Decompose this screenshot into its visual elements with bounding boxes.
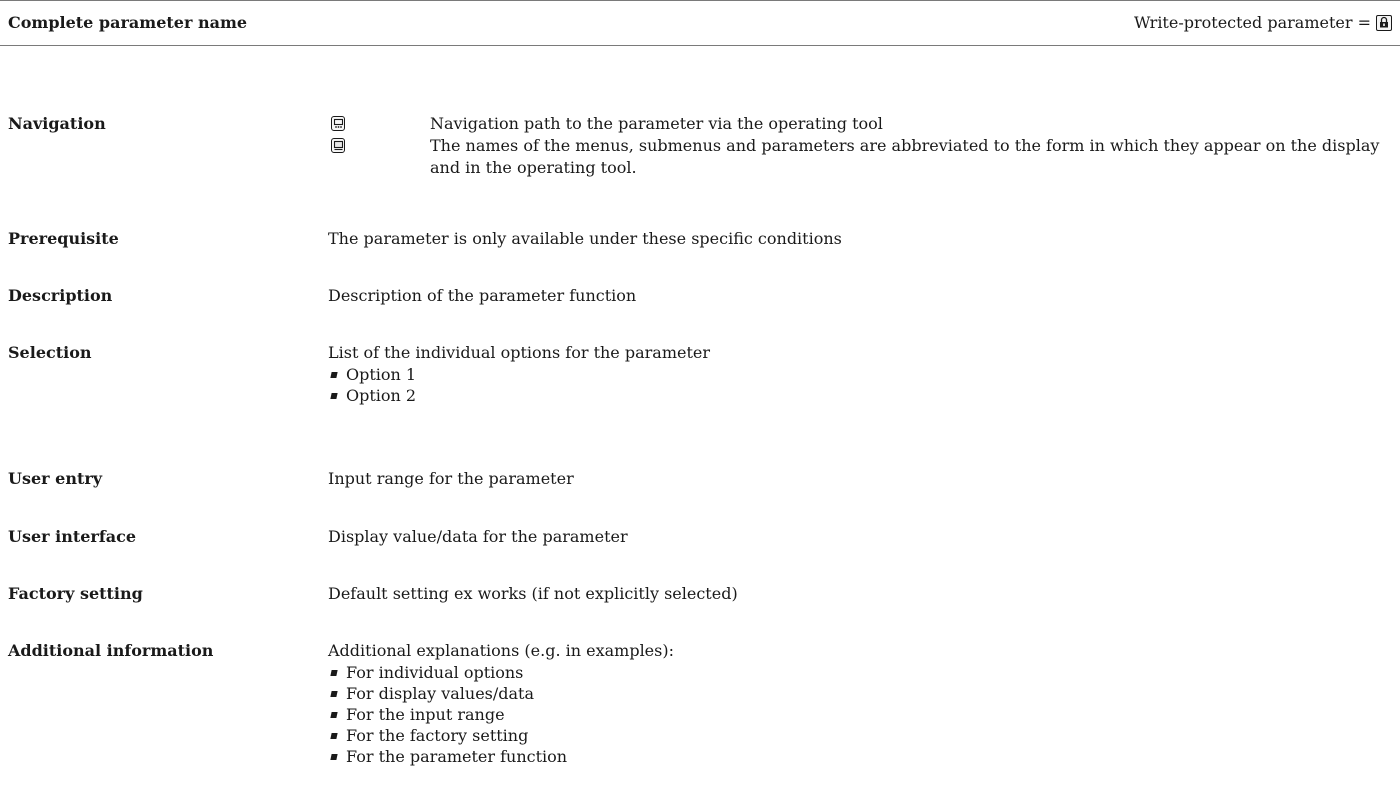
row-content: Input range for the parameter <box>328 469 574 488</box>
row-label: Prerequisite <box>8 229 119 248</box>
row-content: Navigation path to the parameter via the… <box>328 113 1388 179</box>
row-label: Additional information <box>8 641 214 660</box>
header-bar: Complete parameter name Write-protected … <box>0 0 1400 46</box>
list-item: For the input range <box>328 704 1388 725</box>
row-content: Display value/data for the parameter <box>328 527 628 546</box>
display-icon <box>331 138 345 153</box>
lock-icon <box>1376 14 1392 31</box>
list-item: Option 1 <box>328 364 1388 385</box>
row-label: Description <box>8 286 113 305</box>
row-label: User interface <box>8 527 137 546</box>
row-label: Selection <box>8 343 92 362</box>
write-protected-label: Write-protected parameter = <box>1133 13 1371 32</box>
additional-text: Additional explanations (e.g. in example… <box>328 641 674 660</box>
row-content: Default setting ex works (if not explici… <box>328 584 738 603</box>
nav-note-text: The names of the menus, submenus and par… <box>430 136 1380 177</box>
additional-list: For individual options For display value… <box>328 662 1388 767</box>
selection-text: List of the individual options for the p… <box>328 343 711 362</box>
row-label: Factory setting <box>8 584 143 603</box>
list-item: For display values/data <box>328 683 1388 704</box>
nav-line-display: The names of the menus, submenus and par… <box>328 135 1388 179</box>
list-item: For the parameter function <box>328 746 1388 767</box>
row-label: User entry <box>8 469 103 488</box>
option-list: Option 1 Option 2 <box>328 364 1388 406</box>
operating-tool-icon <box>331 116 345 131</box>
nav-line-tool: Navigation path to the parameter via the… <box>328 113 1388 135</box>
row-content: The parameter is only available under th… <box>328 229 842 248</box>
list-item: For individual options <box>328 662 1388 683</box>
row-content: Description of the parameter function <box>328 286 637 305</box>
write-protected-legend: Write-protected parameter = <box>1134 13 1392 32</box>
page-title: Complete parameter name <box>8 13 248 32</box>
row-label: Navigation <box>8 114 106 133</box>
row-content: List of the individual options for the p… <box>328 342 1388 406</box>
list-item: For the factory setting <box>328 725 1388 746</box>
nav-path-text: Navigation path to the parameter via the… <box>430 114 883 133</box>
list-item: Option 2 <box>328 385 1388 406</box>
row-content: Additional explanations (e.g. in example… <box>328 640 1388 767</box>
